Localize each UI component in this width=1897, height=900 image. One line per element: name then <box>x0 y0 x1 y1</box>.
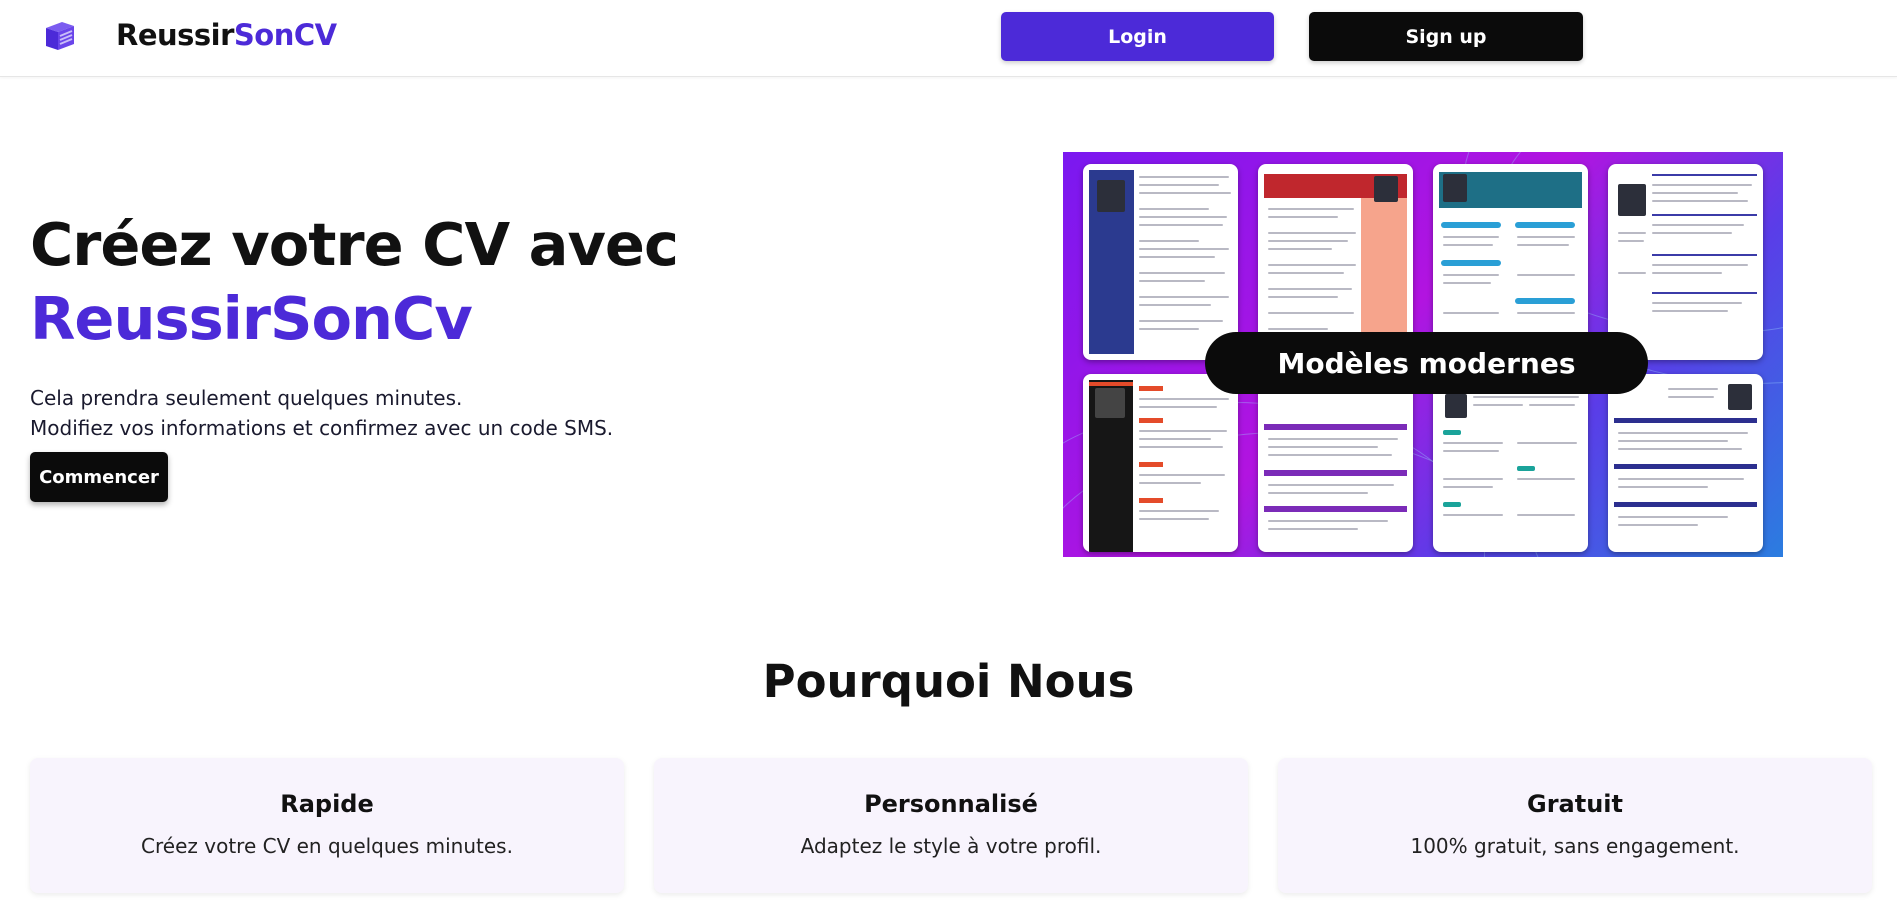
login-button[interactable]: Login <box>1001 12 1274 61</box>
cv-template-thumbnail <box>1608 374 1763 552</box>
cv-template-thumbnail <box>1258 164 1413 360</box>
brand-part2: SonCV <box>233 18 337 52</box>
hero-title-brand: ReussirSonCv <box>30 284 473 353</box>
signup-button[interactable]: Sign up <box>1309 12 1583 61</box>
cv-template-thumbnail <box>1258 374 1413 552</box>
cv-template-thumbnail <box>1083 374 1238 552</box>
feature-card-description: 100% gratuit, sans engagement. <box>1410 834 1740 858</box>
why-us-title: Pourquoi Nous <box>762 655 1135 708</box>
feature-card-title: Personnalisé <box>864 790 1038 818</box>
cv-template-thumbnail <box>1083 164 1238 360</box>
feature-card-fast: Rapide Créez votre CV en quelques minute… <box>30 758 624 893</box>
logo-icon[interactable] <box>42 16 80 54</box>
hero-subtitle: Cela prendra seulement quelques minutes.… <box>30 383 613 443</box>
hero-title-line1: Créez votre CV avec <box>30 210 679 279</box>
hero-subtitle-line2: Modifiez vos informations et confirmez a… <box>30 416 614 440</box>
cv-template-thumbnail <box>1608 164 1763 360</box>
feature-card-title: Gratuit <box>1527 790 1623 818</box>
cv-template-thumbnail <box>1433 164 1588 360</box>
feature-card-free: Gratuit 100% gratuit, sans engagement. <box>1278 758 1872 893</box>
brand-logo-text[interactable]: ReussirSonCV <box>116 18 337 52</box>
feature-card-title: Rapide <box>280 790 374 818</box>
cv-template-thumbnail <box>1433 374 1588 552</box>
feature-card-description: Adaptez le style à votre profil. <box>800 834 1102 858</box>
hero-title: Créez votre CV avec ReussirSonCv <box>30 208 679 356</box>
modern-templates-badge: Modèles modernes <box>1205 332 1648 394</box>
top-navbar: ReussirSonCV Login Sign up <box>0 0 1897 77</box>
start-button[interactable]: Commencer <box>30 452 168 502</box>
brand-part1: Reussir <box>116 18 234 52</box>
feature-card-custom: Personnalisé Adaptez le style à votre pr… <box>654 758 1248 893</box>
feature-card-description: Créez votre CV en quelques minutes. <box>141 834 513 858</box>
hero-subtitle-line1: Cela prendra seulement quelques minutes. <box>30 386 463 410</box>
